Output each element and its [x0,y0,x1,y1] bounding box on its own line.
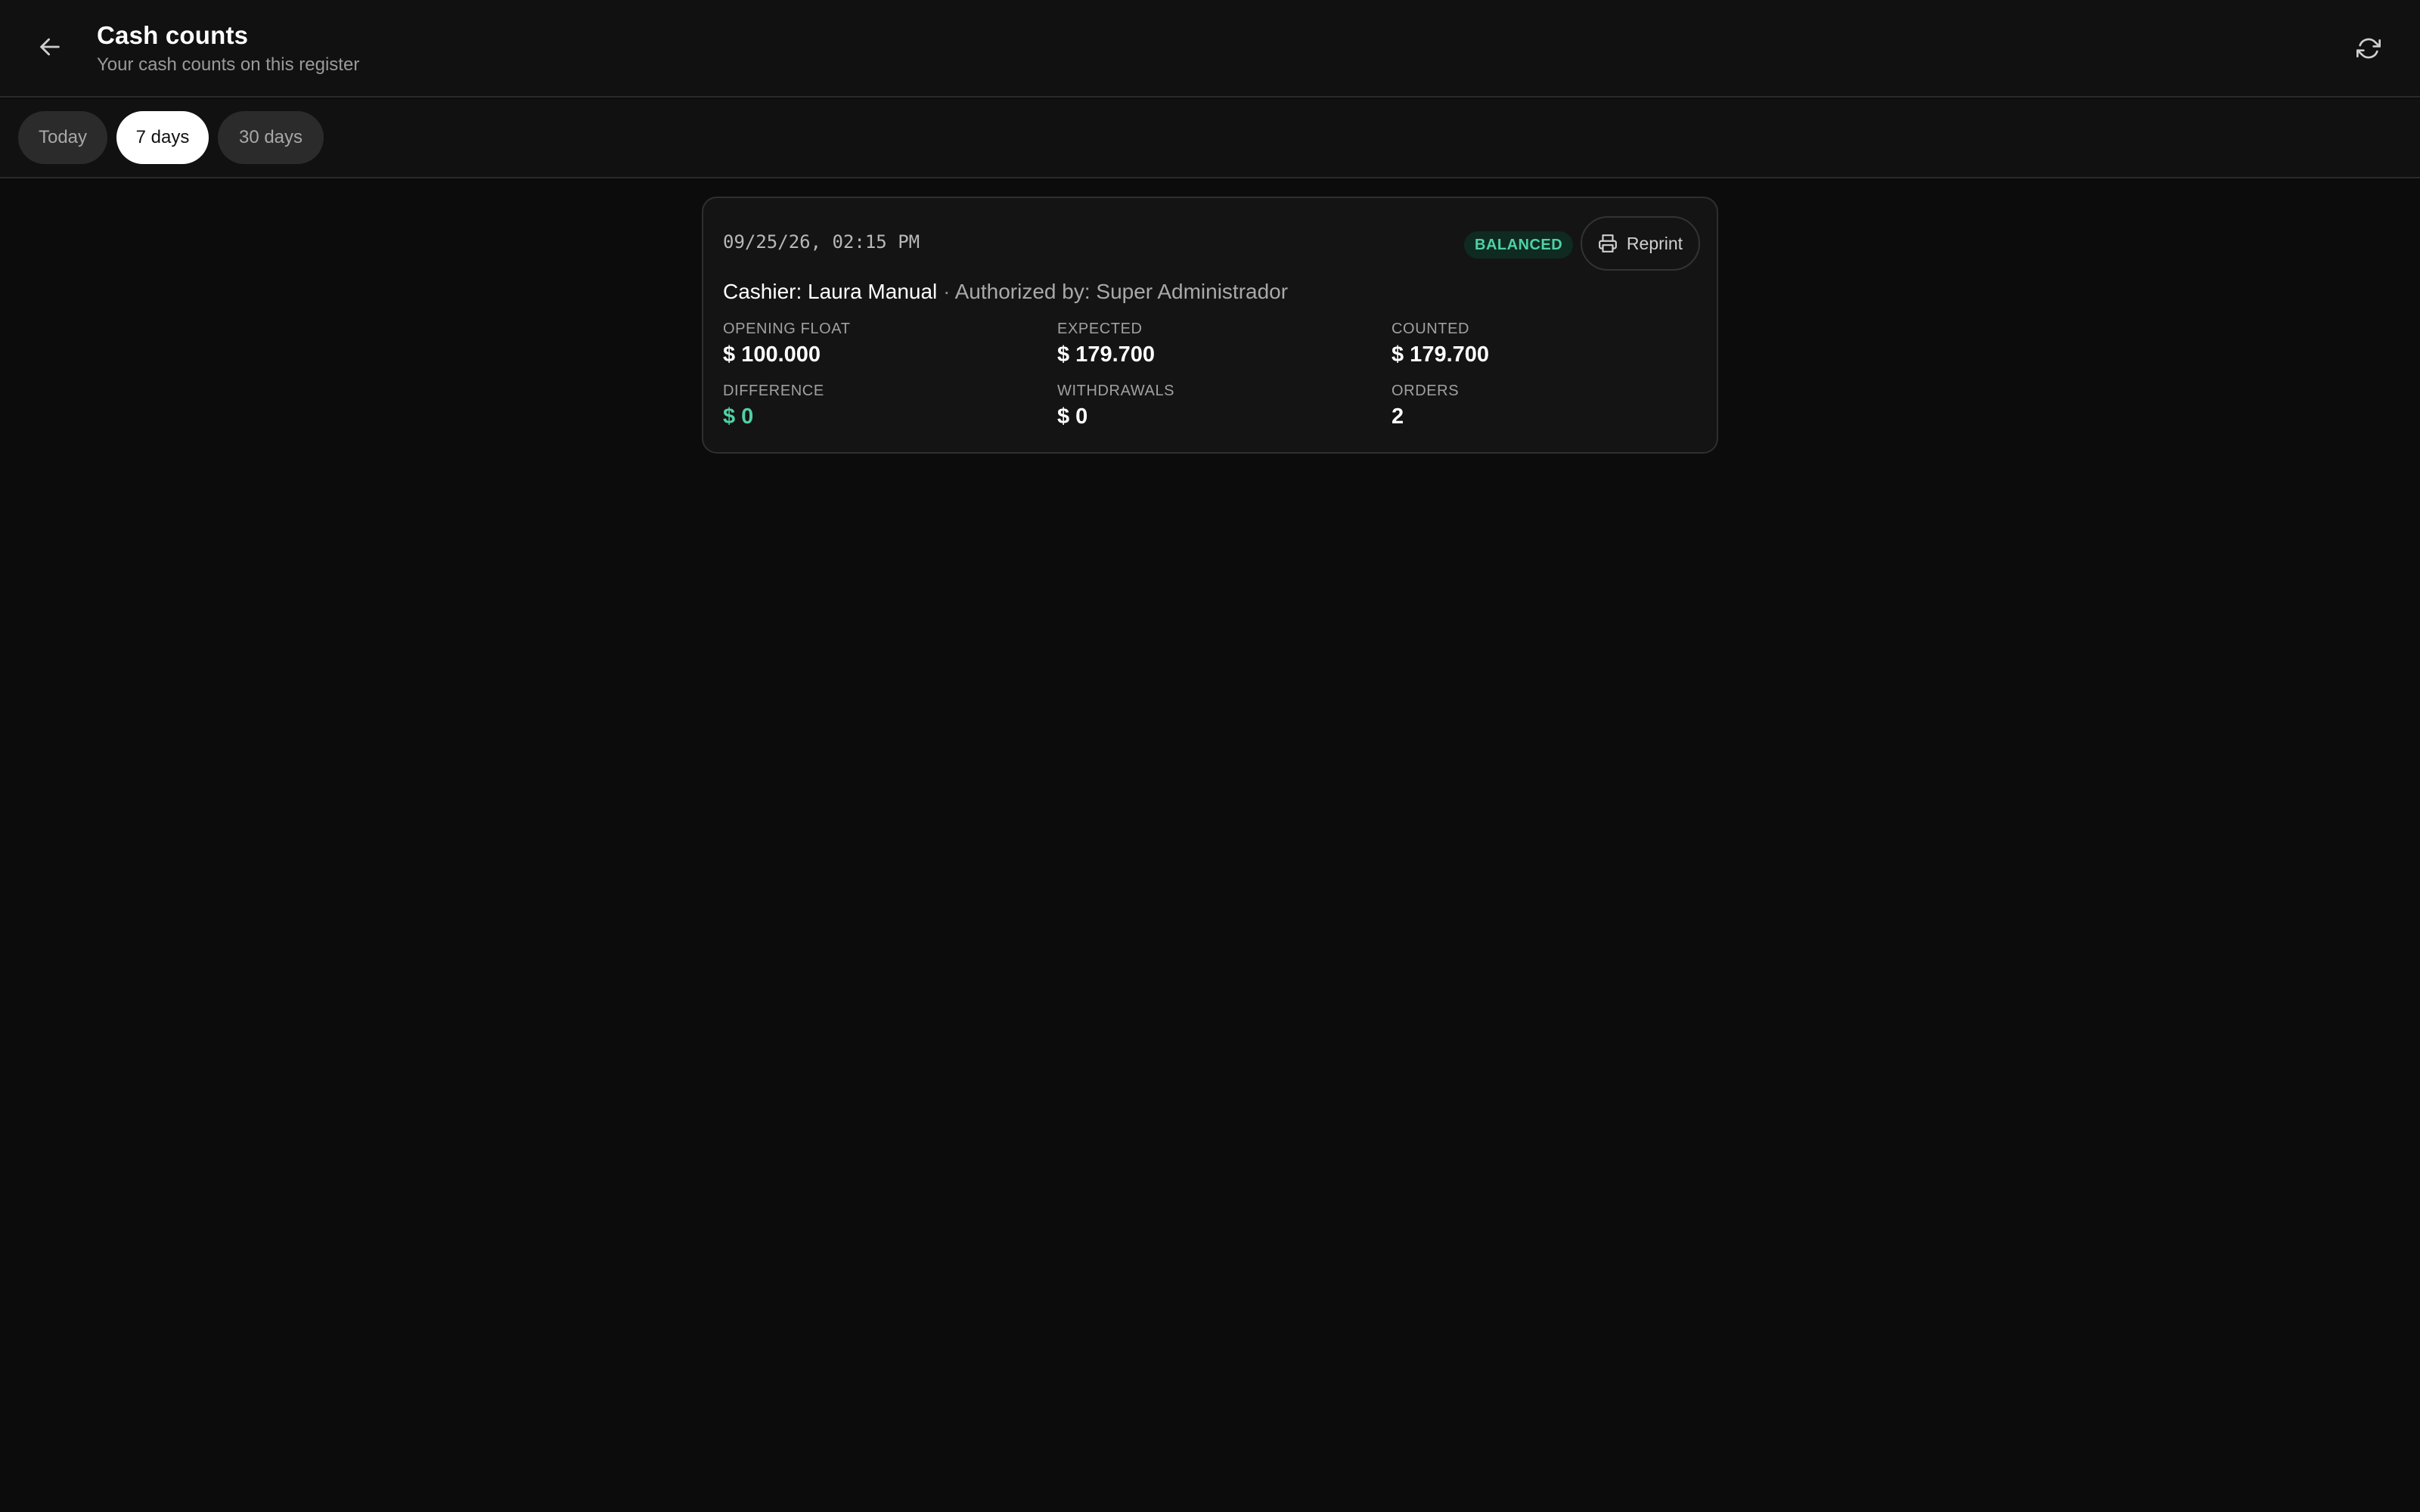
filter-7-days[interactable]: 7 days [116,111,209,164]
stat-label: COUNTED [1392,321,1470,337]
stat-withdrawals: WITHDRAWALS $ 0 [1057,383,1174,429]
stat-difference: DIFFERENCE $ 0 [723,383,824,429]
stat-label: EXPECTED [1057,321,1143,337]
date-range-filter-bar: Today 7 days 30 days [0,99,2420,178]
stat-value: $ 179.700 [1392,342,1490,367]
authorized-by: Authorized by: Super Administrador [954,280,1289,303]
stat-label: ORDERS [1392,383,1460,399]
refresh-icon [2356,38,2381,59]
page-title: Cash counts [97,21,249,49]
stat-value: $ 0 [1057,404,1088,429]
stat-label: OPENING FLOAT [723,321,851,337]
arrow-left-icon [40,38,60,56]
back-button[interactable] [27,24,73,70]
status-badge: BALANCED [1464,231,1574,259]
filter-today[interactable]: Today [18,111,107,164]
stat-orders: ORDERS 2 [1392,383,1459,429]
people-separator: · [943,280,951,303]
printer-icon [1599,234,1617,253]
reprint-button[interactable]: Reprint [1581,216,1700,271]
stat-value: 2 [1392,404,1404,429]
filter-30-days[interactable]: 30 days [218,111,324,164]
count-people: Cashier: Laura Manual · Authorized by: S… [723,280,1288,304]
cash-count-card: 09/25/26, 02:15 PM BALANCED Reprint Cash… [702,197,1718,454]
stat-value: $ 100.000 [723,342,821,367]
stat-opening-float: OPENING FLOAT $ 100.000 [723,321,851,367]
stat-counted: COUNTED $ 179.700 [1392,321,1489,367]
reprint-label: Reprint [1626,233,1683,253]
stat-label: WITHDRAWALS [1057,383,1175,399]
page-subtitle: Your cash counts on this register [97,54,360,75]
count-datetime: 09/25/26, 02:15 PM [723,231,920,253]
app-header: Cash counts Your cash counts on this reg… [0,0,2420,98]
stat-value: $ 179.700 [1057,342,1156,367]
stat-value: $ 0 [723,404,754,429]
stat-label: DIFFERENCE [723,383,824,399]
cashier-name: Cashier: Laura Manual [723,280,938,303]
stat-expected: EXPECTED $ 179.700 [1057,321,1155,367]
refresh-button[interactable] [2347,27,2390,70]
